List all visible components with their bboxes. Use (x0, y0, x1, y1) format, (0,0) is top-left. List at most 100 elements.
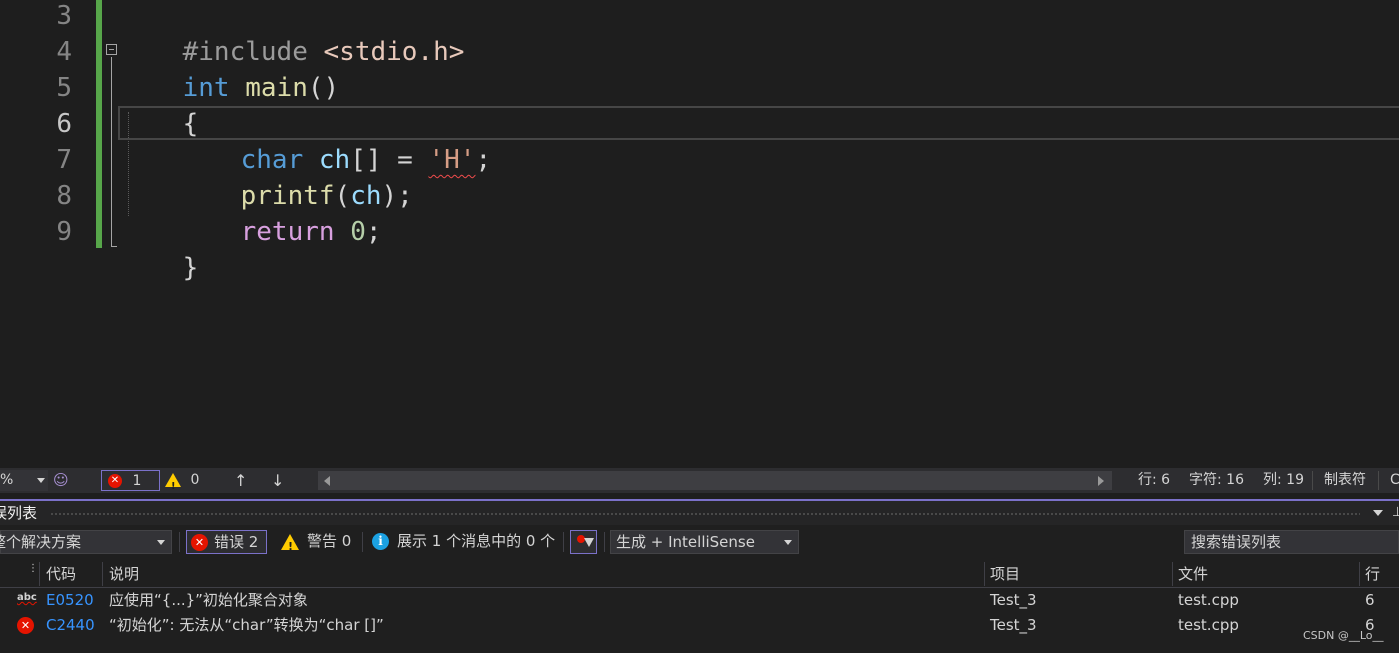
change-tracking-bar (96, 0, 102, 248)
build-source-select[interactable]: 生成 + IntelliSense (610, 530, 799, 554)
line-number: 5 (56, 73, 72, 103)
error-project: Test_3 (990, 616, 1037, 634)
keyword: return (240, 217, 335, 247)
code-line-5[interactable]: { (120, 70, 199, 139)
panel-title: 误列表 (0, 504, 38, 522)
function-name: main (245, 73, 308, 103)
column-header-line[interactable]: 行 (1365, 560, 1380, 588)
code-line-4[interactable]: int main() (120, 34, 340, 103)
filter-toggle-button[interactable] (570, 530, 597, 554)
toolbar-separator (563, 532, 564, 552)
column-header-project[interactable]: 项目 (990, 560, 1020, 588)
errors-filter-label: 错误 2 (214, 533, 259, 551)
errors-filter-button[interactable]: ✕ 错误 2 (186, 530, 267, 554)
semicolon: ; (365, 217, 382, 247)
funnel-icon (584, 538, 594, 547)
horizontal-scrollbar[interactable] (318, 471, 1112, 490)
arrow-down-icon[interactable]: ↓ (271, 468, 284, 493)
line-number: 4 (56, 37, 72, 67)
intellisense-abc-icon: abc (17, 592, 37, 603)
code-line-3[interactable]: #include <stdio.h> (120, 0, 465, 67)
scope-select[interactable]: 整个解决方案 (0, 530, 172, 554)
code-line-9[interactable]: } (120, 214, 199, 283)
column-separator[interactable] (984, 562, 985, 586)
table-row[interactable]: abc E0520 应使用“{...}”初始化聚合对象 Test_3 test.… (0, 588, 1399, 613)
column-indicator[interactable]: 列: 19 (1263, 468, 1304, 493)
error-line: 6 (1365, 591, 1375, 609)
include-header: <stdio.h> (323, 37, 465, 67)
line-number: 9 (56, 217, 72, 247)
line-number: 8 (56, 181, 72, 211)
close-brace: } (182, 253, 199, 283)
search-error-list[interactable] (1184, 530, 1399, 554)
fold-guide (111, 57, 112, 247)
pin-icon[interactable]: ⊥ (1392, 504, 1399, 522)
error-icon: ✕ (17, 617, 34, 634)
toolbar-separator (362, 532, 363, 552)
punctuation: () (307, 73, 340, 103)
zoom-value: % (0, 472, 14, 488)
warnings-filter-label: 警告 0 (307, 532, 352, 550)
sort-indicator-icon[interactable]: ⋮ (28, 564, 38, 574)
error-count: 1 (132, 473, 142, 489)
code-line-6[interactable]: char ch[] = 'H'; (178, 106, 492, 175)
error-project: Test_3 (990, 591, 1037, 609)
char-indicator[interactable]: 字符: 16 (1189, 468, 1244, 493)
code-editor[interactable]: 3 4 5 6 7 8 9 #include <stdio.h> int mai… (0, 0, 1399, 468)
warning-count-button[interactable]: 0 (165, 468, 200, 499)
scope-value: 整个解决方案 (0, 533, 82, 551)
zoom-select[interactable]: % (0, 470, 48, 491)
warning-icon (165, 473, 181, 499)
fold-guide-end (111, 246, 117, 247)
divider (1312, 471, 1313, 490)
indent-mode[interactable]: 制表符 (1324, 468, 1366, 493)
line-number: 7 (56, 145, 72, 175)
scroll-left-icon[interactable] (324, 476, 330, 486)
divider (1378, 471, 1379, 490)
error-code-link[interactable]: E0520 (46, 588, 94, 613)
scroll-right-icon[interactable] (1098, 476, 1104, 486)
warning-count: 0 (190, 472, 200, 488)
error-count-button[interactable]: ✕ 1 (101, 470, 160, 491)
build-source-value: 生成 + IntelliSense (616, 533, 755, 551)
punctuation: ); (381, 181, 413, 211)
error-icon: ✕ (191, 534, 208, 551)
chevron-down-icon (37, 478, 45, 483)
error-file: test.cpp (1178, 591, 1239, 609)
warnings-filter-button[interactable]: 警告 0 (281, 530, 352, 558)
error-icon: ✕ (108, 474, 122, 488)
code-line-8[interactable]: return 0; (178, 178, 382, 247)
error-description: 应使用“{...}”初始化聚合对象 (109, 591, 308, 609)
line-number-current: 6 (56, 109, 72, 139)
title-grip (50, 512, 1360, 516)
arrow-up-icon[interactable]: ↑ (234, 468, 247, 493)
code-line-7[interactable]: printf(ch); (178, 142, 413, 211)
editor-status-strip: % ☺ ✕ 1 0 ↑ ↓ 行: 6 字符: 16 列: 19 制表符 C (0, 468, 1399, 499)
search-input[interactable] (1185, 531, 1398, 553)
error-code-link[interactable]: C2440 (46, 613, 95, 638)
column-separator[interactable] (1172, 562, 1173, 586)
chevron-down-icon (784, 540, 792, 545)
window-menu-chevron-icon[interactable] (1373, 510, 1383, 516)
panel-title-bar[interactable]: 误列表 ⊥ (0, 501, 1399, 525)
info-icon: i (372, 533, 389, 550)
column-separator[interactable] (39, 562, 40, 586)
row-indicator[interactable]: 行: 6 (1138, 468, 1170, 493)
column-header-code[interactable]: 代码 (46, 560, 76, 588)
copilot-icon[interactable]: ☺ (53, 468, 69, 493)
column-separator[interactable] (1359, 562, 1360, 586)
number-literal: 0 (350, 217, 366, 247)
error-list-toolbar: 整个解决方案 ✕ 错误 2 警告 0 i 展示 1 个消息中的 0 个 生成 + I… (0, 527, 1399, 558)
column-header-description[interactable]: 说明 (109, 560, 139, 588)
table-header: ⋮ 代码 说明 项目 文件 行 (0, 560, 1399, 588)
column-separator[interactable] (102, 562, 103, 586)
error-description: “初始化”: 无法从“char”转换为“char []” (109, 616, 384, 634)
column-header-file[interactable]: 文件 (1178, 560, 1208, 588)
error-list-panel: 误列表 ⊥ 整个解决方案 ✕ 错误 2 警告 0 i 展示 1 个消息中的 0 个 … (0, 501, 1399, 653)
table-row[interactable]: ✕ C2440 “初始化”: 无法从“char”转换为“char []” Tes… (0, 613, 1399, 638)
line-ending[interactable]: C (1390, 468, 1399, 493)
warning-icon (281, 533, 299, 558)
collapse-toggle-icon[interactable] (106, 44, 117, 55)
messages-filter-button[interactable]: i 展示 1 个消息中的 0 个 (372, 530, 555, 554)
messages-filter-label: 展示 1 个消息中的 0 个 (397, 532, 556, 550)
